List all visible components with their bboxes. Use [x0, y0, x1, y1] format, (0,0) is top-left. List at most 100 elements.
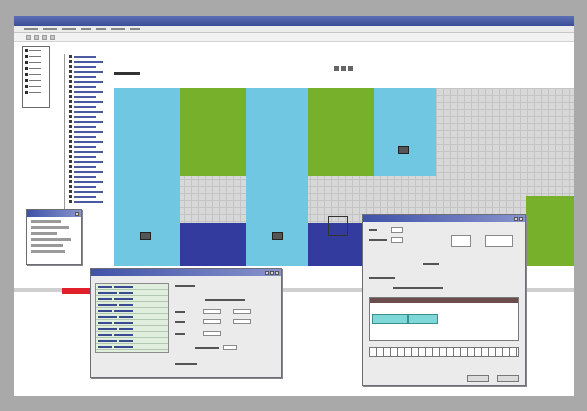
device-chip-icon[interactable]: [272, 232, 283, 240]
table-cell: [98, 328, 117, 330]
list-item-label: [74, 135, 96, 138]
folder-icon: [25, 79, 28, 82]
tree-row[interactable]: [25, 54, 47, 59]
device-icon: [69, 190, 72, 193]
menu-item[interactable]: [111, 28, 125, 30]
table-cell: [98, 316, 117, 318]
tree-row[interactable]: [25, 78, 47, 83]
window-close-icon[interactable]: [275, 270, 279, 275]
window-close-icon[interactable]: [519, 216, 523, 221]
device-icon: [69, 115, 72, 118]
window-maximize-icon[interactable]: [270, 270, 274, 275]
device-icon: [69, 160, 72, 163]
text-field[interactable]: [485, 235, 513, 247]
list-item-label: [74, 185, 96, 188]
device-icon: [69, 70, 72, 73]
toolbar-button[interactable]: [50, 34, 55, 40]
text-field[interactable]: [203, 319, 221, 324]
window-minimize-icon[interactable]: [514, 216, 518, 221]
menu-item[interactable]: [130, 28, 140, 30]
text-field[interactable]: [223, 345, 237, 350]
green-block[interactable]: [526, 196, 574, 266]
menu-item[interactable]: [43, 28, 57, 30]
cyan-block[interactable]: [374, 88, 436, 176]
device-chip-icon[interactable]: [140, 232, 151, 240]
grid-header-label: [114, 72, 140, 75]
toolbar-button[interactable]: [42, 34, 47, 40]
device-icon: [69, 125, 72, 128]
device-icon: [69, 80, 72, 83]
device-icon: [69, 105, 72, 108]
time-ruler[interactable]: [369, 347, 519, 357]
table-cell: [98, 334, 112, 336]
ok-button[interactable]: [467, 375, 489, 382]
text-field[interactable]: [391, 227, 403, 233]
table-cell: [114, 346, 133, 348]
toolbar-button[interactable]: [34, 34, 39, 40]
menu-item[interactable]: [62, 28, 76, 30]
tree-row[interactable]: [25, 66, 47, 71]
tree-row[interactable]: [25, 48, 47, 53]
text-field[interactable]: [203, 309, 221, 314]
menu-bar: [14, 26, 574, 33]
tree-row[interactable]: [25, 72, 47, 77]
device-icon: [69, 135, 72, 138]
text-field[interactable]: [233, 309, 251, 314]
timeline-slot[interactable]: [408, 314, 438, 324]
text-field[interactable]: [203, 331, 221, 336]
list-item-label: [74, 55, 96, 58]
toolbar-button[interactable]: [334, 66, 339, 71]
tree-row[interactable]: [25, 84, 47, 89]
menu-item[interactable]: [96, 28, 106, 30]
list-item-label: [74, 130, 103, 133]
window-close-icon[interactable]: [75, 211, 79, 216]
device-icon: [69, 185, 72, 188]
green-block[interactable]: [180, 88, 246, 176]
text-field[interactable]: [451, 235, 471, 247]
text-field[interactable]: [233, 319, 251, 324]
list-item-label: [74, 115, 96, 118]
text-field[interactable]: [391, 237, 403, 243]
cancel-button[interactable]: [497, 375, 519, 382]
table-cell: [119, 304, 133, 306]
table-cell: [98, 322, 112, 324]
tree-row[interactable]: [25, 90, 47, 95]
navy-block[interactable]: [180, 223, 246, 266]
empty-slot[interactable]: [328, 216, 348, 236]
list-item[interactable]: [69, 199, 112, 204]
list-item-label: [74, 175, 96, 178]
list-item-label: [74, 105, 96, 108]
edit-form: [175, 281, 279, 373]
timeline-panel[interactable]: [369, 297, 519, 341]
tree-row[interactable]: [25, 60, 47, 65]
toolbar-button[interactable]: [348, 66, 353, 71]
menu-item[interactable]: [81, 28, 91, 30]
window-minimize-icon[interactable]: [265, 270, 269, 275]
device-icon: [69, 110, 72, 113]
list-item-label: [74, 170, 103, 173]
menu-item[interactable]: [24, 28, 38, 30]
list-item-label: [74, 155, 96, 158]
device-icon: [69, 100, 72, 103]
toolbar-button[interactable]: [341, 66, 346, 71]
toolbar-button[interactable]: [26, 34, 31, 40]
folder-icon: [25, 61, 28, 64]
timeline-slot[interactable]: [372, 314, 408, 324]
table-row[interactable]: [96, 344, 168, 350]
list-item-label: [74, 110, 103, 113]
list-item-label: [74, 70, 103, 73]
folder-icon: [25, 85, 28, 88]
table-cell: [114, 322, 133, 324]
field-label: [195, 347, 219, 349]
green-block[interactable]: [308, 88, 374, 176]
device-chip-icon[interactable]: [398, 146, 409, 154]
list-item-label: [74, 60, 103, 63]
entries-table[interactable]: [95, 283, 169, 353]
device-icon: [69, 195, 72, 198]
field-label: [205, 299, 245, 301]
device-icon: [69, 95, 72, 98]
timeline-header: [370, 298, 518, 303]
table-cell: [98, 346, 112, 348]
table-cell: [114, 310, 133, 312]
list-item-label: [74, 160, 103, 163]
